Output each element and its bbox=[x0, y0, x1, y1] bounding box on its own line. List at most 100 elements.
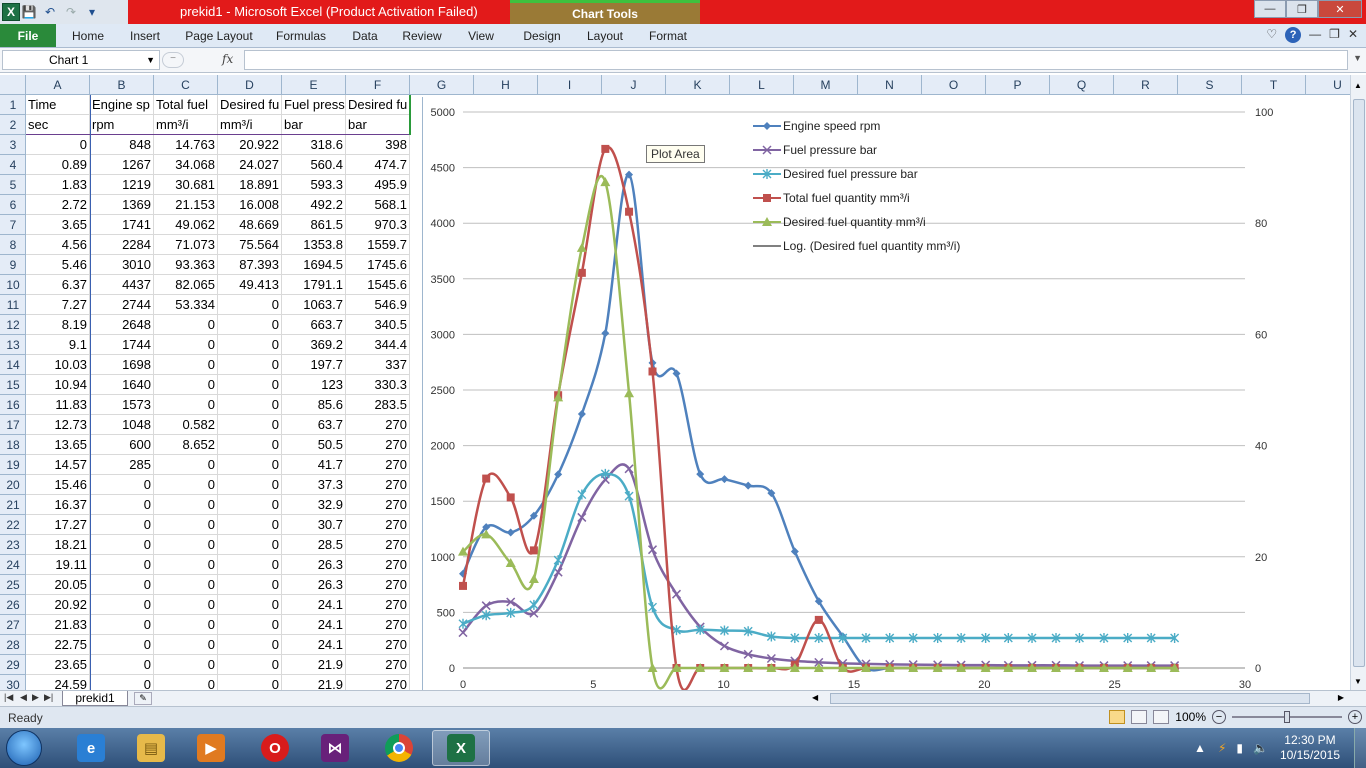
cell-d3[interactable]: 20.922 bbox=[218, 135, 282, 155]
page-break-view-icon[interactable] bbox=[1153, 710, 1170, 724]
row-header-5[interactable]: 5 bbox=[0, 175, 25, 195]
cell-a25[interactable]: 20.05 bbox=[26, 575, 90, 595]
volume-icon[interactable]: 🔈 bbox=[1253, 741, 1268, 755]
column-header-o[interactable]: O bbox=[922, 75, 986, 95]
cell-b2[interactable]: rpm bbox=[90, 115, 154, 135]
row-header-2[interactable]: 2 bbox=[0, 115, 25, 135]
vertical-scrollbar[interactable]: ▲ ▼ bbox=[1350, 75, 1366, 690]
tab-page-layout[interactable]: Page Layout bbox=[180, 24, 258, 47]
cell-c28[interactable]: 0 bbox=[154, 635, 218, 655]
column-header-m[interactable]: M bbox=[794, 75, 858, 95]
save-icon[interactable]: 💾 bbox=[20, 3, 38, 21]
cell-b25[interactable]: 0 bbox=[90, 575, 154, 595]
column-header-r[interactable]: R bbox=[1114, 75, 1178, 95]
cell-b11[interactable]: 2744 bbox=[90, 295, 154, 315]
cell-f13[interactable]: 344.4 bbox=[346, 335, 410, 355]
cell-c15[interactable]: 0 bbox=[154, 375, 218, 395]
cell-e3[interactable]: 318.6 bbox=[282, 135, 346, 155]
cell-e1[interactable]: Fuel press bbox=[282, 95, 346, 115]
cell-c29[interactable]: 0 bbox=[154, 655, 218, 675]
cell-b18[interactable]: 600 bbox=[90, 435, 154, 455]
cell-d22[interactable]: 0 bbox=[218, 515, 282, 535]
cell-a23[interactable]: 18.21 bbox=[26, 535, 90, 555]
cell-f2[interactable]: bar bbox=[346, 115, 410, 135]
tab-review[interactable]: Review bbox=[396, 24, 448, 47]
redo-icon[interactable]: ↷ bbox=[62, 3, 80, 21]
cell-c8[interactable]: 71.073 bbox=[154, 235, 218, 255]
horizontal-scroll-thumb[interactable] bbox=[830, 693, 1310, 704]
cell-c25[interactable]: 0 bbox=[154, 575, 218, 595]
cell-f16[interactable]: 283.5 bbox=[346, 395, 410, 415]
cell-f22[interactable]: 270 bbox=[346, 515, 410, 535]
cell-b16[interactable]: 1573 bbox=[90, 395, 154, 415]
cell-d23[interactable]: 0 bbox=[218, 535, 282, 555]
cell-d14[interactable]: 0 bbox=[218, 355, 282, 375]
cell-c3[interactable]: 14.763 bbox=[154, 135, 218, 155]
zoom-out-icon[interactable]: − bbox=[1212, 710, 1226, 724]
cell-e15[interactable]: 123 bbox=[282, 375, 346, 395]
cell-b14[interactable]: 1698 bbox=[90, 355, 154, 375]
cell-f1[interactable]: Desired fu bbox=[346, 95, 410, 115]
cell-e21[interactable]: 32.9 bbox=[282, 495, 346, 515]
cell-f21[interactable]: 270 bbox=[346, 495, 410, 515]
cell-a19[interactable]: 14.57 bbox=[26, 455, 90, 475]
cell-f9[interactable]: 1745.6 bbox=[346, 255, 410, 275]
page-layout-view-icon[interactable] bbox=[1131, 710, 1148, 724]
tab-design[interactable]: Design bbox=[514, 24, 570, 47]
cell-f28[interactable]: 270 bbox=[346, 635, 410, 655]
cell-d30[interactable]: 0 bbox=[218, 675, 282, 690]
row-header-28[interactable]: 28 bbox=[0, 635, 25, 655]
scroll-right-icon[interactable]: ▶ bbox=[1338, 693, 1344, 702]
formula-options-icon[interactable]: − bbox=[162, 52, 184, 68]
column-header-h[interactable]: H bbox=[474, 75, 538, 95]
cell-d19[interactable]: 0 bbox=[218, 455, 282, 475]
file-explorer-icon[interactable]: ▤ bbox=[122, 730, 180, 766]
cell-b1[interactable]: Engine sp bbox=[90, 95, 154, 115]
row-header-7[interactable]: 7 bbox=[0, 215, 25, 235]
cell-e18[interactable]: 50.5 bbox=[282, 435, 346, 455]
cell-b24[interactable]: 0 bbox=[90, 555, 154, 575]
column-header-c[interactable]: C bbox=[154, 75, 218, 95]
cell-f29[interactable]: 270 bbox=[346, 655, 410, 675]
cell-f14[interactable]: 337 bbox=[346, 355, 410, 375]
cell-b9[interactable]: 3010 bbox=[90, 255, 154, 275]
cell-c27[interactable]: 0 bbox=[154, 615, 218, 635]
column-header-d[interactable]: D bbox=[218, 75, 282, 95]
select-all-corner[interactable] bbox=[0, 75, 26, 95]
cell-c24[interactable]: 0 bbox=[154, 555, 218, 575]
cell-d25[interactable]: 0 bbox=[218, 575, 282, 595]
column-header-q[interactable]: Q bbox=[1050, 75, 1114, 95]
last-sheet-icon[interactable]: ▶| bbox=[44, 692, 53, 703]
tab-format[interactable]: Format bbox=[640, 24, 696, 47]
collapse-ribbon-icon[interactable]: ♡ bbox=[1266, 27, 1277, 43]
cell-b7[interactable]: 1741 bbox=[90, 215, 154, 235]
cell-a15[interactable]: 10.94 bbox=[26, 375, 90, 395]
sheet-tab-prekid1[interactable]: prekid1 bbox=[62, 691, 128, 706]
cell-c7[interactable]: 49.062 bbox=[154, 215, 218, 235]
cell-a12[interactable]: 8.19 bbox=[26, 315, 90, 335]
cell-f4[interactable]: 474.7 bbox=[346, 155, 410, 175]
tab-data[interactable]: Data bbox=[344, 24, 386, 47]
vertical-scroll-thumb[interactable] bbox=[1353, 99, 1365, 667]
cell-d29[interactable]: 0 bbox=[218, 655, 282, 675]
row-header-1[interactable]: 1 bbox=[0, 95, 25, 115]
cell-c1[interactable]: Total fuel bbox=[154, 95, 218, 115]
cell-a27[interactable]: 21.83 bbox=[26, 615, 90, 635]
row-header-13[interactable]: 13 bbox=[0, 335, 25, 355]
workbook-close-icon[interactable]: ✕ bbox=[1348, 27, 1358, 43]
cell-c26[interactable]: 0 bbox=[154, 595, 218, 615]
column-header-a[interactable]: A bbox=[26, 75, 90, 95]
cell-d17[interactable]: 0 bbox=[218, 415, 282, 435]
excel-icon[interactable]: X bbox=[432, 730, 490, 766]
cell-d28[interactable]: 0 bbox=[218, 635, 282, 655]
cell-c30[interactable]: 0 bbox=[154, 675, 218, 690]
cell-c2[interactable]: mm³/i bbox=[154, 115, 218, 135]
cell-f23[interactable]: 270 bbox=[346, 535, 410, 555]
workbook-restore-icon[interactable]: ❐ bbox=[1329, 27, 1340, 43]
cell-d24[interactable]: 0 bbox=[218, 555, 282, 575]
cell-b28[interactable]: 0 bbox=[90, 635, 154, 655]
cell-e22[interactable]: 30.7 bbox=[282, 515, 346, 535]
cell-a4[interactable]: 0.89 bbox=[26, 155, 90, 175]
cell-a28[interactable]: 22.75 bbox=[26, 635, 90, 655]
cell-b29[interactable]: 0 bbox=[90, 655, 154, 675]
